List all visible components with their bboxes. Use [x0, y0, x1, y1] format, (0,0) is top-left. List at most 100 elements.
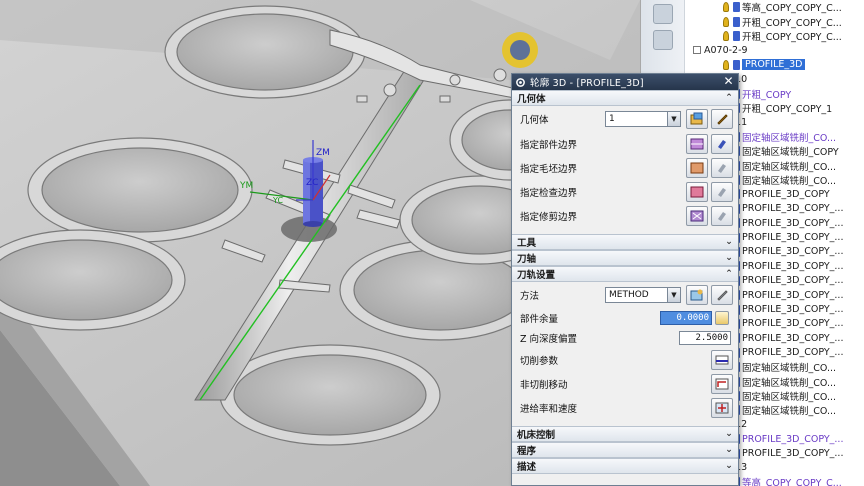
navigator-operation-row[interactable]: 等高_COPY_COPY_C... [641, 0, 864, 14]
axis-label-ym: YM [240, 181, 254, 191]
non-cutting-moves-icon [715, 378, 729, 390]
navigator-row-label: PROFILE_3D_COPY_... [742, 260, 844, 272]
section-header-tool-axis[interactable]: 刀轴 ⌄ [512, 250, 738, 266]
gear-icon[interactable] [515, 77, 526, 88]
trim-boundary-label: 指定修剪边界 [520, 212, 578, 223]
expand-toggle-icon[interactable] [693, 46, 701, 55]
chevron-down-icon[interactable]: ⌄ [724, 445, 734, 455]
navigator-row-label: PROFILE_3D_COPY_... [742, 448, 844, 460]
navigator-row-label: 开粗_COPY_COPY_1 [742, 103, 833, 115]
navigator-row-label: 固定轴区域铣削_CO... [742, 391, 837, 403]
status-key-icon [723, 16, 729, 27]
section-header-geometry[interactable]: 几何体 ⌃ [512, 90, 738, 106]
edit-geometry-button[interactable] [711, 109, 733, 129]
section-header-path-settings[interactable]: 刀轨设置 ⌃ [512, 266, 738, 282]
geometry-select-value: 1 [609, 114, 615, 124]
display-part-boundary-button[interactable] [711, 134, 733, 154]
navigator-row-label: PROFILE_3D_COPY [742, 188, 830, 200]
display-check-boundary-button[interactable] [711, 182, 733, 202]
axis-label-yc: YC [273, 196, 284, 205]
geometry-select[interactable]: 1 ▼ [605, 111, 681, 127]
edit-method-button[interactable] [711, 285, 733, 305]
new-method-button[interactable] [686, 285, 708, 305]
part-stock-label: 部件余量 [520, 314, 559, 325]
operation-icon [733, 59, 740, 70]
section-title-program: 程序 [517, 446, 537, 457]
navigator-row-label: PROFILE_3D_COPY_... [742, 232, 844, 244]
navigator-row-label: 等高_COPY_COPY_C... [742, 3, 842, 15]
cutting-params-button[interactable] [711, 350, 733, 370]
chevron-down-icon[interactable]: ⌄ [724, 253, 734, 263]
dialog-titlebar[interactable]: 轮廓 3D - [PROFILE_3D] ✕ [512, 74, 738, 90]
section-header-description[interactable]: 描述 ⌄ [512, 458, 738, 474]
navigator-row-label: 固定轴区域铣削_CO... [742, 161, 837, 173]
navigator-row-label: PROFILE_3D_COPY_... [742, 217, 844, 229]
status-key-icon [723, 30, 729, 41]
new-geometry-button[interactable] [686, 109, 708, 129]
geometry-label: 几何体 [520, 115, 549, 126]
navigator-row-label: 开粗_COPY_COPY_C... [742, 31, 842, 43]
part-boundary-label: 指定部件边界 [520, 140, 578, 151]
section-title-path-settings: 刀轨设置 [517, 270, 556, 281]
display-blank-boundary-button[interactable] [711, 158, 733, 178]
section-title-tool-axis: 刀轴 [517, 254, 537, 265]
non-cutting-moves-row: 非切削移动 [512, 372, 738, 396]
specify-trim-boundary-button[interactable] [686, 206, 708, 226]
axis-label-zm: ZM [316, 148, 330, 158]
navigator-row-label: 等高_COPY_COPY_C... [742, 478, 842, 486]
chevron-down-icon[interactable]: ⌄ [724, 461, 734, 471]
navigator-operation-row[interactable]: 开粗_COPY_COPY_C... [641, 29, 864, 43]
method-row: 方法 METHOD ▼ [512, 282, 738, 308]
feeds-speeds-row: 进给率和速度 [512, 396, 738, 420]
non-cutting-moves-label: 非切削移动 [520, 380, 568, 391]
close-icon[interactable]: ✕ [722, 75, 735, 88]
chevron-down-icon[interactable]: ⌄ [724, 429, 734, 439]
navigator-row-label: 开粗_COPY [742, 89, 792, 101]
feeds-speeds-label: 进给率和速度 [520, 404, 578, 415]
operation-icon [733, 2, 740, 13]
non-cutting-moves-button[interactable] [711, 374, 733, 394]
check-boundary-label: 指定检查边界 [520, 188, 578, 199]
profile-3d-dialog[interactable]: 轮廓 3D - [PROFILE_3D] ✕ 几何体 ⌃ 几何体 1 ▼ 指定部… [511, 73, 739, 486]
flashlight-icon [718, 188, 726, 197]
navigator-group-row[interactable]: A070-2-9 [641, 43, 864, 57]
feeds-speeds-button[interactable] [711, 398, 733, 418]
navigator-row-label: PROFILE_3D_COPY_... [742, 304, 844, 316]
trim-boundary-row: 指定修剪边界 [512, 204, 738, 228]
section-header-tool[interactable]: 工具 ⌄ [512, 234, 738, 250]
navigator-row-label: A070-2-9 [704, 44, 748, 56]
method-select[interactable]: METHOD ▼ [605, 287, 681, 303]
specify-blank-boundary-button[interactable] [686, 158, 708, 178]
chevron-up-icon[interactable]: ⌃ [724, 269, 734, 279]
method-label: 方法 [520, 291, 540, 302]
navigator-row-label: PROFILE_3D_COPY_... [742, 246, 844, 258]
section-header-machine-control[interactable]: 机床控制 ⌄ [512, 426, 738, 442]
chevron-down-icon[interactable]: ▼ [667, 112, 680, 126]
check-boundary-row: 指定检查边界 [512, 180, 738, 204]
chevron-down-icon[interactable]: ▼ [667, 288, 680, 302]
navigator-operation-row[interactable]: 开粗_COPY_COPY_C... [641, 14, 864, 29]
specify-part-boundary-button[interactable] [686, 134, 708, 154]
part-stock-row: 部件余量 0.0000 [512, 308, 738, 328]
chevron-up-icon[interactable]: ⌃ [724, 93, 734, 103]
part-stock-input[interactable]: 0.0000 [660, 311, 712, 325]
navigator-row-label: 固定轴区域铣削_COPY [742, 147, 839, 159]
z-depth-offset-row: Z 向深度偏置 2.5000 [512, 328, 738, 348]
z-depth-offset-input[interactable]: 2.5000 [679, 331, 731, 345]
display-trim-boundary-button[interactable] [711, 206, 733, 226]
navigator-row-label: 固定轴区域铣削_CO... [742, 175, 837, 187]
specify-check-boundary-button[interactable] [686, 182, 708, 202]
navigator-row-label: PROFILE_3D_COPY_... [742, 433, 844, 445]
chevron-down-icon[interactable]: ⌄ [724, 237, 734, 247]
lock-icon[interactable] [715, 311, 729, 325]
navigator-operation-row[interactable]: PROFILE_3D [641, 58, 864, 72]
section-header-program[interactable]: 程序 ⌄ [512, 442, 738, 458]
navigator-row-label: PROFILE_3D_COPY_... [742, 318, 844, 330]
cutting-params-row: 切削参数 [512, 348, 738, 372]
navigator-row-label: PROFILE_3D_COPY_... [742, 203, 844, 215]
status-key-icon [723, 59, 729, 70]
operation-icon [733, 16, 740, 27]
navigator-row-label: 开粗_COPY_COPY_C... [742, 17, 842, 29]
navigator-row-label: 固定轴区域铣削_CO... [742, 406, 837, 418]
navigator-row-label: PROFILE_3D [742, 59, 806, 71]
